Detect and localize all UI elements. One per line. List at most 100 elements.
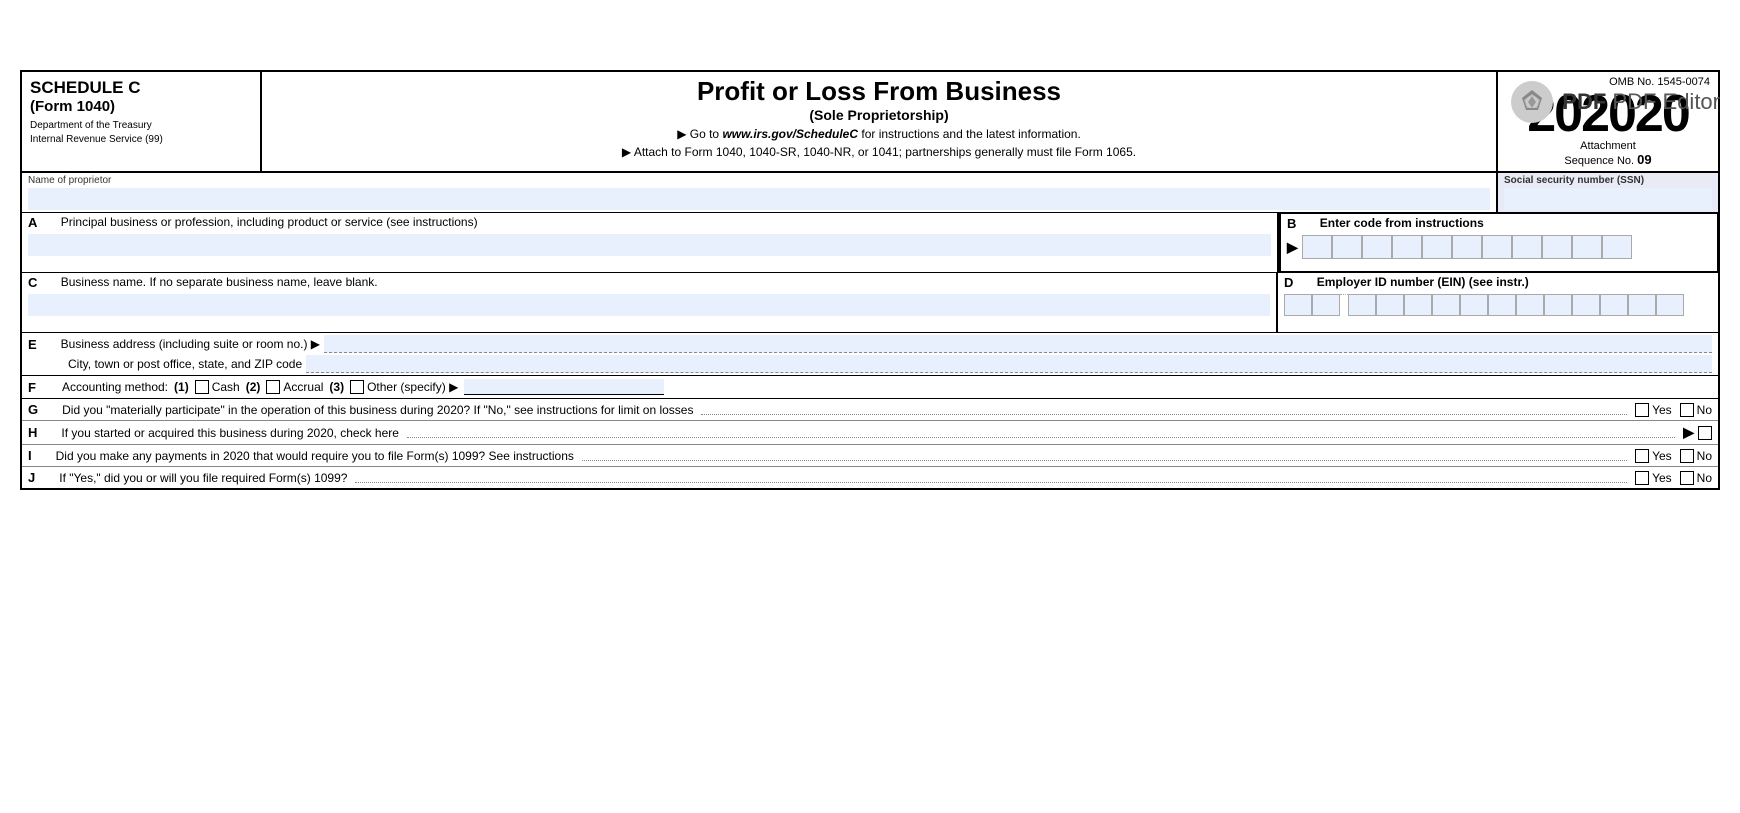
code-box-1[interactable]	[1302, 235, 1332, 259]
ein-box-10[interactable]	[1544, 294, 1572, 316]
ein-box-13[interactable]	[1628, 294, 1656, 316]
ein-box-1[interactable]	[1284, 294, 1312, 316]
header-center: Profit or Loss From Business (Sole Propr…	[262, 72, 1498, 171]
ein-box-9[interactable]	[1516, 294, 1544, 316]
form-container: SCHEDULE C (Form 1040) Department of the…	[20, 70, 1720, 490]
code-box-4[interactable]	[1392, 235, 1422, 259]
form-number: (Form 1040)	[30, 98, 252, 115]
name-field: Name of proprietor	[22, 173, 1498, 212]
j-yes-no: Yes No	[1635, 471, 1712, 485]
j-dots-leader	[355, 473, 1627, 483]
row-e-city-input[interactable]	[306, 355, 1712, 373]
row-h-letter: H	[28, 425, 37, 440]
i-dots-leader	[582, 451, 1627, 461]
code-box-11[interactable]	[1602, 235, 1632, 259]
h-checkbox[interactable]	[1698, 426, 1712, 440]
e-address-line: E Business address (including suite or r…	[28, 335, 1712, 353]
b-arrow-icon: ▶	[1287, 239, 1298, 256]
ein-box-3[interactable]	[1348, 294, 1376, 316]
other-label: Other (specify) ▶	[367, 380, 458, 394]
cash-checkbox[interactable]	[195, 380, 209, 394]
code-box-3[interactable]	[1362, 235, 1392, 259]
b-code-row: ▶	[1287, 235, 1711, 259]
name-input[interactable]	[28, 188, 1490, 210]
accrual-checkbox[interactable]	[266, 380, 280, 394]
g-no-label: No	[1697, 403, 1712, 417]
f-row: F Accounting method: (1) Cash (2) Accrua…	[22, 376, 1718, 399]
sub-title: (Sole Proprietorship)	[272, 107, 1486, 123]
accrual-checkbox-item: Accrual	[266, 380, 323, 394]
other-specify-input[interactable]	[464, 379, 664, 395]
g-yes-no: Yes No	[1635, 403, 1712, 417]
row-j-text: If "Yes," did you or will you file requi…	[59, 471, 347, 485]
ssn-label: Social security number (SSN)	[1504, 175, 1712, 186]
i-no-checkbox[interactable]	[1680, 449, 1694, 463]
row-c-input[interactable]	[28, 294, 1270, 316]
cash-checkbox-item: Cash	[195, 380, 240, 394]
g-no-item: No	[1680, 403, 1712, 417]
instruction2: ▶ Attach to Form 1040, 1040-SR, 1040-NR,…	[272, 145, 1486, 159]
g-dots-leader	[701, 405, 1627, 415]
code-box-9[interactable]	[1542, 235, 1572, 259]
row-b-text: Enter code from instructions	[1320, 216, 1484, 230]
row-e-address-input[interactable]	[324, 335, 1712, 353]
j-no-label: No	[1697, 471, 1712, 485]
code-box-6[interactable]	[1452, 235, 1482, 259]
ssn-input[interactable]	[1504, 188, 1712, 210]
page: PDF PDF Editor SCHEDULE C (Form 1040) De…	[0, 70, 1740, 813]
cash-label: Cash	[212, 380, 240, 394]
code-box-10[interactable]	[1572, 235, 1602, 259]
row-f-letter: F	[28, 380, 36, 395]
i-yes-no: Yes No	[1635, 449, 1712, 463]
row-e-text: Business address (including suite or roo…	[61, 337, 320, 351]
ab-row: A Principal business or profession, incl…	[22, 213, 1718, 273]
h-arrow-icon: ▶	[1683, 424, 1694, 441]
name-ssn-row: Name of proprietor Social security numbe…	[22, 173, 1718, 213]
code-box-8[interactable]	[1512, 235, 1542, 259]
g-yes-checkbox[interactable]	[1635, 403, 1649, 417]
g-no-checkbox[interactable]	[1680, 403, 1694, 417]
pdf-logo-icon	[1510, 80, 1554, 124]
ein-box-4[interactable]	[1376, 294, 1404, 316]
c-section: C Business name. If no separate business…	[22, 273, 1278, 332]
row-c-text: Business name. If no separate business n…	[61, 275, 378, 289]
ein-box-2[interactable]	[1312, 294, 1340, 316]
h-dots-leader	[407, 428, 1675, 438]
row-d-letter: D	[1284, 275, 1293, 290]
j-yes-checkbox[interactable]	[1635, 471, 1649, 485]
dept-text: Department of the Treasury Internal Reve…	[30, 119, 252, 147]
i-row: I Did you make any payments in 2020 that…	[22, 445, 1718, 467]
row-g-text: Did you "materially participate" in the …	[62, 403, 693, 417]
code-box-2[interactable]	[1332, 235, 1362, 259]
row-i-text: Did you make any payments in 2020 that w…	[56, 449, 574, 463]
ein-box-14[interactable]	[1656, 294, 1684, 316]
sequence-text: Sequence No. 09	[1506, 152, 1710, 167]
ssn-field: Social security number (SSN)	[1498, 173, 1718, 212]
ein-box-5[interactable]	[1404, 294, 1432, 316]
ein-box-6[interactable]	[1432, 294, 1460, 316]
j-no-checkbox[interactable]	[1680, 471, 1694, 485]
ein-boxes	[1284, 294, 1712, 316]
row-f-1-label: (1)	[174, 380, 189, 394]
i-no-item: No	[1680, 449, 1712, 463]
other-checkbox-item: Other (specify) ▶	[350, 380, 458, 394]
ein-box-7[interactable]	[1460, 294, 1488, 316]
main-title: Profit or Loss From Business	[272, 76, 1486, 107]
row-c-letter: C	[28, 275, 37, 290]
j-row: J If "Yes," did you or will you file req…	[22, 467, 1718, 488]
row-a-input[interactable]	[28, 234, 1271, 256]
i-yes-item: Yes	[1635, 449, 1672, 463]
j-yes-label: Yes	[1652, 471, 1672, 485]
code-box-7[interactable]	[1482, 235, 1512, 259]
ein-box-11[interactable]	[1572, 294, 1600, 316]
row-a-text: Principal business or profession, includ…	[61, 215, 478, 229]
code-box-5[interactable]	[1422, 235, 1452, 259]
cd-row: C Business name. If no separate business…	[22, 273, 1718, 333]
i-yes-checkbox[interactable]	[1635, 449, 1649, 463]
i-yes-label: Yes	[1652, 449, 1672, 463]
other-checkbox[interactable]	[350, 380, 364, 394]
ein-box-8[interactable]	[1488, 294, 1516, 316]
ein-box-12[interactable]	[1600, 294, 1628, 316]
j-no-item: No	[1680, 471, 1712, 485]
g-row: G Did you "materially participate" in th…	[22, 399, 1718, 421]
